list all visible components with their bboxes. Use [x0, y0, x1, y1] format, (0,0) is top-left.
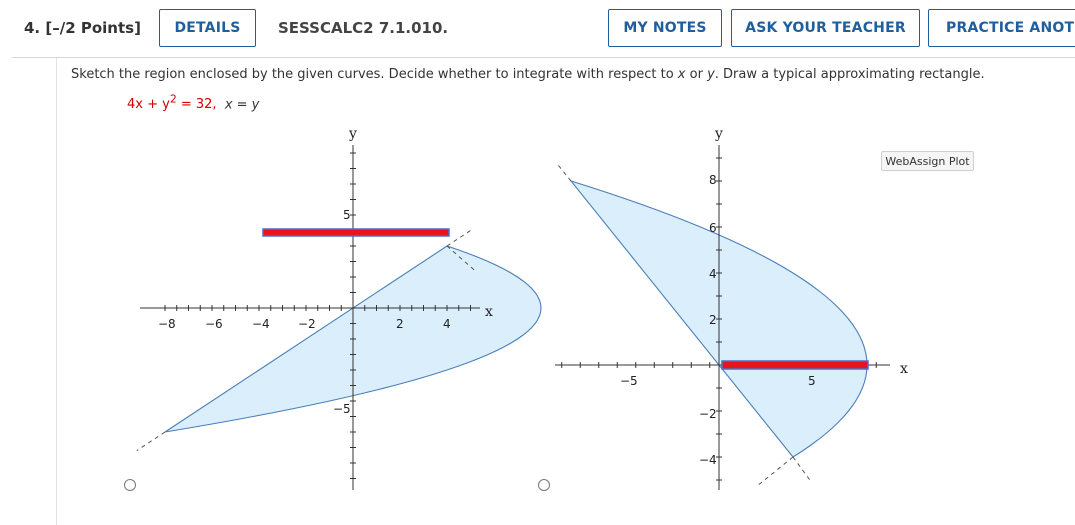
- y-tick-label: 2: [709, 313, 717, 327]
- y-tick-label: 8: [709, 173, 717, 187]
- y-tick-label: −2: [699, 407, 717, 421]
- y-tick-label: 6: [709, 221, 717, 235]
- webassign-plot-badge[interactable]: WebAssign Plot: [881, 151, 974, 171]
- answer-graph-right: y x −5 5 8 6 4 2 −2 −4: [555, 126, 908, 490]
- approximating-rectangle-right: [721, 360, 869, 370]
- x-axis-label-right: x: [900, 361, 908, 377]
- x-tick-label: −5: [620, 374, 638, 388]
- y-tick-label: −4: [699, 453, 717, 467]
- x-tick-label: 5: [808, 374, 816, 388]
- y-axis-label-right: y: [714, 126, 723, 142]
- choice-radio-right[interactable]: [538, 479, 550, 491]
- y-tick-label: 4: [709, 267, 717, 281]
- choice-radio-left[interactable]: [124, 479, 136, 491]
